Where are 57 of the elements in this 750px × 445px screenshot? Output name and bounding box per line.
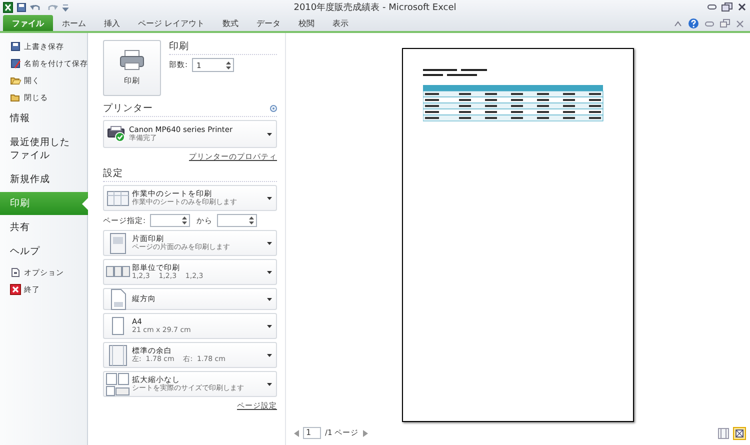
printer-icon xyxy=(120,50,144,70)
restore-window-icon[interactable] xyxy=(720,19,730,28)
next-page-icon[interactable] xyxy=(362,430,368,436)
exit-icon xyxy=(10,284,21,295)
spinner-arrows-icon[interactable] xyxy=(226,60,231,70)
section-heading: プリンター xyxy=(103,102,153,115)
close-window-icon[interactable] xyxy=(736,20,744,28)
customize-icon[interactable] xyxy=(62,2,69,12)
page-to-field[interactable] xyxy=(216,214,257,227)
ribbon-tab[interactable]: ホーム xyxy=(53,15,95,31)
save-icon[interactable] xyxy=(17,2,26,12)
dropdown-caret-icon xyxy=(267,270,272,274)
dropdown-caret-icon xyxy=(267,298,272,300)
nav-section[interactable]: 情報 xyxy=(0,107,87,130)
previous-page-icon[interactable] xyxy=(294,430,299,436)
info-icon[interactable] xyxy=(270,105,277,112)
ribbon-tab[interactable]: 数式 xyxy=(214,15,248,31)
section-heading: 印刷 xyxy=(169,40,189,53)
page-from-field[interactable] xyxy=(150,214,190,227)
restore-icon[interactable] xyxy=(721,2,733,12)
minimize-icon[interactable] xyxy=(707,3,717,11)
document-icon xyxy=(10,267,21,278)
dropdown-caret-icon xyxy=(267,196,272,200)
close-icon[interactable] xyxy=(737,2,747,12)
spinner-arrows-icon[interactable] xyxy=(248,216,254,225)
window-title: 2010年度販売成績表 - Microsoft Excel xyxy=(294,2,456,14)
dropdown-caret-icon xyxy=(267,382,272,386)
nav-section[interactable]: 新規作成 xyxy=(0,168,87,191)
collapse-ribbon-icon[interactable] xyxy=(674,20,682,28)
section-heading: 設定 xyxy=(103,167,123,180)
nav-section[interactable]: 共有 xyxy=(0,216,87,239)
dropdown-caret-icon xyxy=(267,242,272,244)
save-icon xyxy=(10,41,21,52)
scaling-pages-icon xyxy=(106,372,130,396)
printer-ready-icon xyxy=(106,126,126,142)
margins-icon xyxy=(106,344,130,366)
dropdown-caret-icon xyxy=(267,354,272,356)
ribbon-tab[interactable]: 表示 xyxy=(324,15,358,31)
folder-icon xyxy=(10,75,21,86)
dropdown-caret-icon xyxy=(267,132,272,136)
ribbon-tab[interactable]: データ xyxy=(248,15,290,31)
ribbon-tab[interactable]: ページ レイアウト xyxy=(129,15,214,31)
undo-icon[interactable] xyxy=(30,2,42,12)
spinner-arrows-icon[interactable] xyxy=(182,216,187,225)
nav-section[interactable]: 最近使用したファイル xyxy=(0,131,87,167)
ribbon-tab[interactable]: 挿入 xyxy=(95,15,129,31)
nav-section[interactable]: ヘルプ xyxy=(0,240,87,263)
folder-icon xyxy=(10,92,21,103)
help-icon[interactable] xyxy=(688,18,699,29)
save-icon xyxy=(10,58,21,69)
minimize-window-icon[interactable] xyxy=(705,20,714,26)
ribbon-tab[interactable]: 校閲 xyxy=(290,15,324,31)
page-number-field[interactable]: 1 xyxy=(303,427,321,439)
show-margins-icon[interactable] xyxy=(718,428,729,438)
zoom-to-page-icon[interactable] xyxy=(733,426,746,440)
dropdown-caret-icon xyxy=(267,324,272,328)
excel-logo-icon[interactable] xyxy=(3,2,13,12)
